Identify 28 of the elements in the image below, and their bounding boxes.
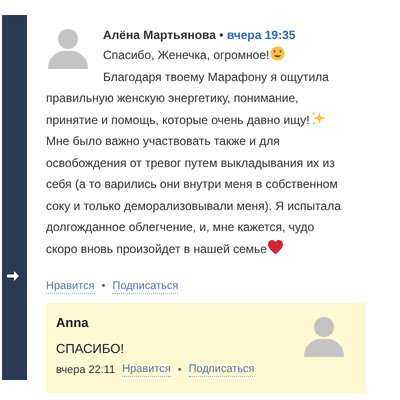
action-link[interactable]: Подписаться <box>188 362 255 378</box>
comment-time: вчера 19:35 <box>226 28 296 42</box>
comment-text: скоро вновь произойдет в нашей семье <box>46 242 267 256</box>
avatar-icon <box>302 314 346 356</box>
author-name: Алёна Мартьянова <box>103 28 216 42</box>
comment-text: Спасибо, Женечка, огромное! <box>103 48 270 62</box>
heart-icon <box>268 240 283 254</box>
separator-dot: • <box>178 362 182 378</box>
comment-text: соку и только деморализовывали меня). Я испытала <box>46 198 341 212</box>
avatar-icon <box>46 27 90 69</box>
comment-text: освобождения от тревог путем выкладывания их из <box>46 156 335 170</box>
comment-text: долгожданное облегчение, и, мне кажется, чудо <box>46 220 314 234</box>
reply-time: вчера 22:11 <box>56 362 116 378</box>
separator-dot: • <box>219 28 224 42</box>
comment-text: принятие и помощь, которые очень давно ищу! <box>46 112 310 126</box>
sparkles-icon <box>310 110 326 126</box>
comment-text: себя (а то варились они внутри меня в собственном <box>46 177 338 191</box>
action-link[interactable]: Нравится <box>46 278 95 294</box>
action-link[interactable]: Подписаться <box>112 278 178 294</box>
comment-text: Благодаря твоему Марафону я ощутила <box>103 70 329 84</box>
arrow-icon <box>6 270 20 282</box>
smiley-icon <box>270 46 286 61</box>
reply-text: СПАСИБО! <box>56 340 125 358</box>
action-link[interactable]: Нравится <box>122 362 171 378</box>
reply-author: Anna <box>56 314 90 332</box>
comment-text: Мне было важно участвовать также и для <box>46 134 280 148</box>
separator-dot: • <box>102 279 106 294</box>
comment-text: правильную женскую энергетику, понимание, <box>46 91 298 105</box>
